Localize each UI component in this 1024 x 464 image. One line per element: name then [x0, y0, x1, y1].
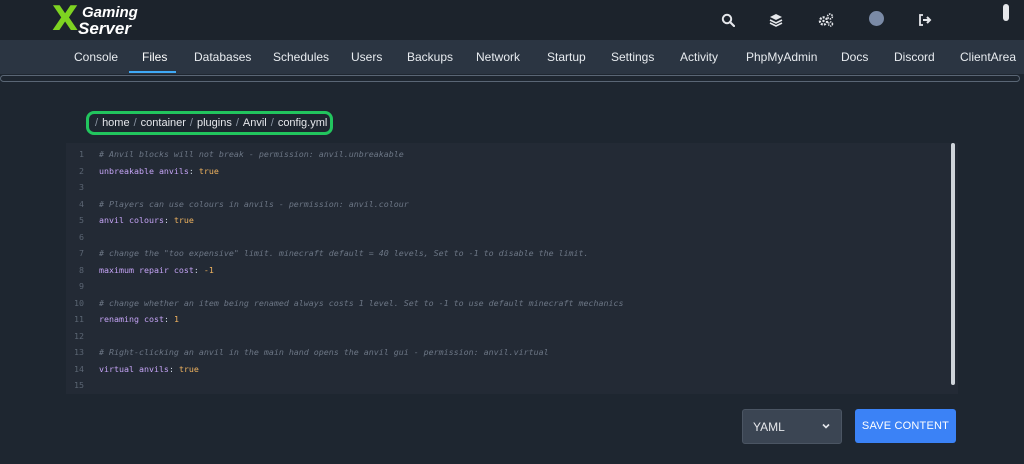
tab-bar: Console Files Databases Schedules Users …: [0, 40, 1024, 74]
code-comment: # Anvil blocks will not break - permissi…: [99, 149, 404, 159]
tab-phpmyadmin[interactable]: PhpMyAdmin: [746, 50, 817, 64]
code-line: maximum repair cost: -1: [99, 265, 214, 275]
tab-activity[interactable]: Activity: [680, 50, 718, 64]
logo-mark: X: [52, 0, 78, 39]
code-colon: :: [163, 215, 174, 225]
code-value: true: [178, 363, 199, 374]
tab-docs[interactable]: Docs: [841, 50, 868, 64]
breadcrumb-current-file: config.yml: [277, 117, 328, 129]
code-value: true: [173, 215, 194, 225]
code-line: # change whether an item being renamed a…: [99, 298, 624, 308]
code-key: renaming cost: [99, 314, 164, 324]
language-select[interactable]: YAML: [742, 409, 842, 444]
line-number: 4: [79, 198, 84, 209]
code-comment: # Right-clicking an anvil in the main ha…: [99, 347, 549, 357]
code-colon: :: [163, 314, 174, 324]
breadcrumb-container[interactable]: container: [141, 117, 186, 129]
tab-settings[interactable]: Settings: [611, 50, 654, 64]
nav-scrollbar[interactable]: [0, 75, 1020, 82]
tab-network[interactable]: Network: [476, 50, 520, 64]
code-comment: # change whether an item being renamed a…: [99, 297, 624, 308]
code-colon: :: [193, 264, 204, 275]
line-number: 13: [74, 347, 84, 357]
code-value: -1: [203, 264, 214, 275]
tab-clientarea[interactable]: ClientArea: [960, 50, 1016, 64]
breadcrumb-root[interactable]: /: [95, 117, 98, 129]
language-select-value: YAML: [753, 420, 785, 434]
code-line: # Anvil blocks will not break - permissi…: [99, 149, 404, 159]
line-number: 9: [79, 281, 84, 291]
line-number: 3: [79, 182, 84, 192]
line-number: 10: [74, 297, 84, 308]
code-comment: # Players can use colours in anvils - pe…: [99, 198, 409, 209]
code-key: unbreakable anvils: [99, 165, 189, 176]
code-line: anvil colours: true: [99, 215, 194, 225]
search-icon[interactable]: [718, 10, 738, 30]
chevron-down-icon: [821, 420, 831, 434]
code-line: unbreakable anvils: true: [99, 166, 219, 176]
breadcrumb-anvil[interactable]: Anvil: [243, 117, 267, 129]
line-number: 1: [79, 149, 84, 159]
tab-files[interactable]: Files: [142, 50, 167, 64]
code-comment: # change the "too expensive" limit. mine…: [99, 248, 589, 258]
code-line: # change the "too expensive" limit. mine…: [99, 248, 589, 258]
layers-icon[interactable]: [766, 10, 786, 30]
avatar[interactable]: [869, 11, 884, 26]
line-number: 15: [74, 380, 84, 390]
breadcrumb: / home / container / plugins / Anvil / c…: [86, 111, 333, 135]
code-key: virtual anvils: [99, 363, 169, 374]
code-colon: :: [168, 363, 179, 374]
breadcrumb-plugins[interactable]: plugins: [197, 117, 232, 129]
line-number: 11: [74, 314, 84, 324]
line-number: 2: [79, 165, 84, 176]
breadcrumb-separator: /: [235, 117, 239, 129]
logo-text-line2: Server: [78, 19, 131, 38]
breadcrumb-home[interactable]: home: [102, 117, 130, 129]
code-line: renaming cost: 1: [99, 314, 179, 324]
sign-out-icon[interactable]: [915, 10, 935, 30]
line-number: 5: [79, 215, 84, 225]
line-number: 12: [74, 330, 84, 341]
tab-startup[interactable]: Startup: [547, 50, 586, 64]
tab-schedules[interactable]: Schedules: [273, 50, 329, 64]
tab-console[interactable]: Console: [74, 50, 118, 64]
logo[interactable]: X Gaming Server: [52, 0, 152, 39]
code-line: # Right-clicking an anvil in the main ha…: [99, 347, 549, 357]
code-line: virtual anvils: true: [99, 364, 199, 374]
code-editor[interactable]: 1 # Anvil blocks will not break - permiss…: [66, 143, 958, 394]
breadcrumb-separator: /: [133, 117, 137, 129]
tab-databases[interactable]: Databases: [194, 50, 251, 64]
line-number: 6: [79, 231, 84, 242]
tab-discord[interactable]: Discord: [894, 50, 935, 64]
editor-scrollbar[interactable]: [951, 143, 955, 385]
code-value: true: [198, 165, 219, 176]
line-number: 7: [79, 248, 84, 258]
code-value: 1: [173, 314, 179, 324]
tab-users[interactable]: Users: [351, 50, 382, 64]
code-key: maximum repair cost: [99, 264, 194, 275]
active-tab-indicator: [129, 71, 176, 73]
top-bar: X Gaming Server: [0, 0, 1024, 40]
code-key: anvil colours: [99, 215, 164, 225]
cogs-icon[interactable]: [816, 10, 836, 30]
code-line: # Players can use colours in anvils - pe…: [99, 199, 409, 209]
code-colon: :: [188, 165, 199, 176]
save-content-button[interactable]: SAVE CONTENT: [855, 409, 956, 443]
line-number: 14: [74, 363, 84, 374]
page-scrollbar[interactable]: [1003, 4, 1009, 21]
breadcrumb-separator: /: [270, 117, 274, 129]
tab-backups[interactable]: Backups: [407, 50, 453, 64]
line-number: 8: [79, 264, 84, 275]
breadcrumb-separator: /: [189, 117, 193, 129]
